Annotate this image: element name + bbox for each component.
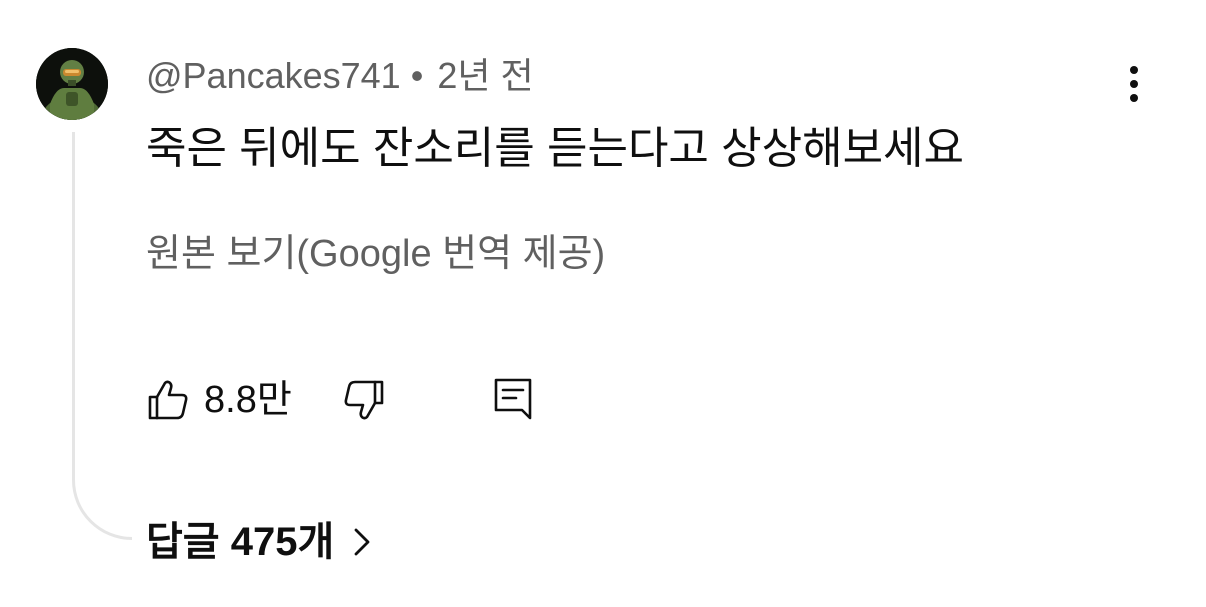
thread-line [72, 132, 132, 540]
vertical-ellipsis-icon [1130, 66, 1138, 102]
comment-reply-icon [494, 378, 532, 420]
like-button[interactable] [146, 378, 190, 422]
author-handle[interactable]: @Pancakes741 [146, 55, 401, 96]
chevron-right-icon [352, 526, 372, 558]
thumbs-down-icon [344, 380, 384, 420]
comment-time[interactable]: 2년 전 [437, 55, 533, 96]
reply-button[interactable] [492, 376, 536, 420]
more-actions-button[interactable] [1112, 62, 1156, 106]
replies-count-label: 답글 475개 [146, 520, 335, 564]
translate-link[interactable]: 원본 보기(Google 번역 제공) [146, 228, 605, 280]
dislike-button[interactable] [342, 378, 386, 422]
comment-meta: @Pancakes741 • 2년 전 [146, 52, 534, 100]
avatar[interactable] [36, 48, 108, 120]
like-count: 8.8만 [204, 379, 292, 421]
comment-text: 죽은 뒤에도 잔소리를 듣는다고 상상해보세요 [146, 124, 965, 173]
comment-action-bar: 8.8만 [146, 372, 566, 428]
replies-toggle[interactable]: 답글 475개 [146, 514, 372, 570]
thumbs-up-icon [148, 380, 188, 420]
meta-separator: • [410, 55, 424, 96]
